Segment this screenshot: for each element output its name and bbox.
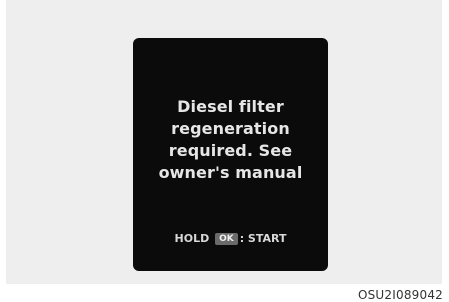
start-hint: HOLD OK: START — [133, 232, 328, 245]
warning-message: Diesel filter regeneration required. See… — [158, 97, 303, 182]
hint-suffix: : START — [239, 232, 287, 245]
figure-code: OSU2I089042 — [357, 288, 443, 302]
hint-prefix: HOLD — [174, 232, 210, 245]
cluster-display: Diesel filter regeneration required. See… — [133, 38, 328, 271]
ok-button-badge: OK — [215, 233, 238, 245]
